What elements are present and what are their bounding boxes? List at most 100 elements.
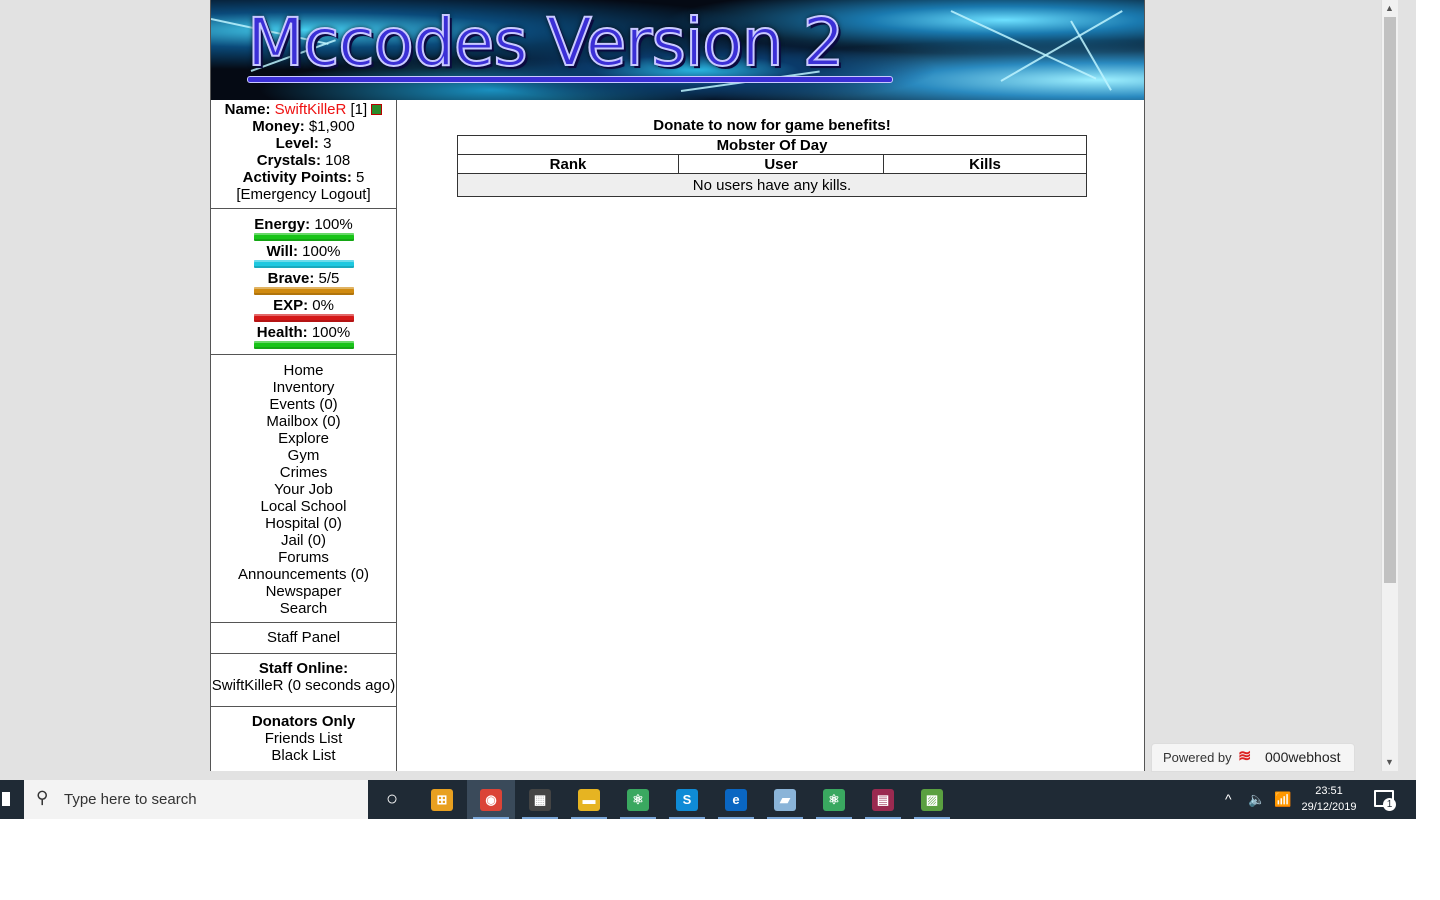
donators-section: Donators Only Friends List Black List [211, 707, 396, 764]
nav-your-job[interactable]: Your Job [211, 481, 396, 498]
health-bar [253, 341, 354, 349]
will-label: Will: 100% [266, 243, 341, 260]
task-manager-icon: ▨ [921, 788, 943, 811]
donate-headline[interactable]: Donate to now for game benefits! [457, 117, 1087, 134]
notepad-taskbar-button[interactable]: ▰ [761, 780, 809, 819]
donators-title: Donators Only [251, 713, 356, 730]
atom-taskbar-button[interactable]: ⚛ [810, 780, 858, 819]
scroll-up-arrow-icon[interactable]: ▲ [1385, 3, 1394, 13]
nav-explore[interactable]: Explore [211, 430, 396, 447]
nav-crimes[interactable]: Crimes [211, 464, 396, 481]
show-hidden-icons-icon[interactable]: ^ [1225, 780, 1232, 819]
calculator-icon: ▦ [529, 788, 551, 811]
staff-online-title: Staff Online: [258, 660, 349, 677]
stat-crystals: Crystals: 108 [256, 152, 351, 169]
brave-label: Brave: 5/5 [267, 270, 340, 287]
task-view-taskbar-button[interactable]: ○ [368, 780, 416, 819]
nav-mailbox[interactable]: Mailbox (0) [211, 413, 396, 430]
winrar-icon: ▤ [872, 788, 894, 811]
nav-newspaper[interactable]: Newspaper [211, 583, 396, 600]
page-scrollbar[interactable]: ▲ ▼ [1381, 0, 1398, 771]
powered-by-brand: 000webhost [1265, 749, 1341, 765]
clock-date: 29/12/2019 [1301, 801, 1357, 813]
will-bar [253, 260, 354, 268]
nav-home[interactable]: Home [211, 362, 396, 379]
column-user: User [678, 154, 884, 174]
file-explorer-taskbar-button[interactable]: ▬ [565, 780, 613, 819]
webhost-logo-icon: ≋ [1238, 748, 1252, 765]
health-label: Health: 100% [256, 324, 351, 341]
staff-online-entry[interactable]: SwiftKilleR (0 seconds ago) [211, 677, 396, 694]
energy-label: Energy: 100% [254, 216, 353, 233]
chrome-taskbar-button[interactable]: ◉ [467, 780, 515, 819]
start-button[interactable] [0, 780, 24, 819]
column-kills: Kills [883, 154, 1087, 174]
edge-taskbar-button[interactable]: e [712, 780, 760, 819]
header-banner: Mccodes Version 2 [211, 0, 1144, 100]
user-stats: Name: SwiftKilleR [1] Money: $1,900 Leve… [211, 100, 396, 209]
emergency-logout-link[interactable]: [Emergency Logout] [211, 186, 396, 203]
stat-activity-points: Activity Points: 5 [242, 169, 365, 186]
energy-bar [253, 233, 354, 241]
main-navigation: Home Inventory Events (0) Mailbox (0) Ex… [211, 355, 396, 623]
taskbar-search-box[interactable]: ⚲ Type here to search [24, 780, 368, 819]
black-list-link[interactable]: Black List [211, 747, 396, 764]
sidebar: Name: SwiftKilleR [1] Money: $1,900 Leve… [211, 100, 397, 771]
stat-level: Level: 3 [275, 135, 332, 152]
atom-taskbar-button[interactable]: ⚛ [614, 780, 662, 819]
username-link[interactable]: SwiftKilleR [275, 101, 347, 118]
task-view-icon: ○ [385, 788, 399, 810]
skype-taskbar-button[interactable]: S [663, 780, 711, 819]
empty-row: No users have any kills. [457, 173, 1087, 197]
atom-icon: ⚛ [627, 788, 649, 811]
nav-hospital[interactable]: Hospital (0) [211, 515, 396, 532]
nav-announcements[interactable]: Announcements (0) [211, 566, 396, 583]
windows-logo-icon [2, 792, 10, 806]
store-taskbar-button[interactable]: ⊞ [418, 780, 466, 819]
action-center-button[interactable]: 1 [1372, 788, 1396, 811]
edge-icon: e [725, 788, 747, 811]
stat-money: Money: $1,900 [252, 118, 355, 135]
chrome-icon: ◉ [480, 788, 502, 811]
notepad-icon: ▰ [774, 788, 796, 811]
search-placeholder: Type here to search [64, 791, 197, 808]
task-manager-taskbar-button[interactable]: ▨ [908, 780, 956, 819]
notification-count: 1 [1383, 798, 1396, 811]
brave-bar [253, 287, 354, 295]
column-rank: Rank [457, 154, 679, 174]
staff-panel-link[interactable]: Staff Panel [211, 623, 396, 654]
taskbar-clock[interactable]: 23:51 29/12/2019 [1296, 783, 1362, 815]
nav-local-school[interactable]: Local School [211, 498, 396, 515]
volume-icon[interactable]: 🔈 [1248, 780, 1265, 819]
status-flag-icon [371, 103, 383, 115]
stat-name: Name: SwiftKilleR [1] [211, 101, 396, 118]
exp-bar [253, 314, 354, 322]
nav-gym[interactable]: Gym [211, 447, 396, 464]
windows-taskbar: ⚲ Type here to search ○ ⊞ ◉ ▦ ▬ ⚛ Se ▰ ⚛ ▤ ▨ ^ 🔈 📶… [0, 780, 1416, 819]
desktop-background: Mccodes Version 2 Name: SwiftKilleR [1] … [0, 0, 1416, 780]
file-explorer-icon: ▬ [578, 788, 600, 811]
nav-forums[interactable]: Forums [211, 549, 396, 566]
main-content: Donate to now for game benefits! Mobster… [457, 117, 1087, 197]
lightning-decoration [1070, 20, 1112, 91]
browser-page: Mccodes Version 2 Name: SwiftKilleR [1] … [210, 0, 1145, 771]
nav-search[interactable]: Search [211, 600, 396, 617]
scrollbar-thumb[interactable] [1384, 17, 1396, 583]
network-icon[interactable]: 📶 [1274, 780, 1291, 819]
mobster-of-day-table: Mobster Of Day Rank User Kills No users … [457, 135, 1087, 197]
status-bars: Energy: 100% Will: 100% Brave: 5/5 EXP: … [211, 209, 396, 355]
user-id: [1] [350, 101, 368, 118]
site-title-underline [247, 76, 893, 83]
winrar-taskbar-button[interactable]: ▤ [859, 780, 907, 819]
powered-by-badge[interactable]: Powered by ≋ 000webhost [1151, 743, 1355, 772]
calculator-taskbar-button[interactable]: ▦ [516, 780, 564, 819]
nav-inventory[interactable]: Inventory [211, 379, 396, 396]
nav-jail[interactable]: Jail (0) [211, 532, 396, 549]
site-title: Mccodes Version 2 [246, 3, 845, 82]
powered-by-label: Powered by [1163, 750, 1232, 765]
lightning-decoration [1000, 10, 1123, 82]
friends-list-link[interactable]: Friends List [211, 730, 396, 747]
scroll-down-arrow-icon[interactable]: ▼ [1385, 757, 1394, 767]
atom-icon: ⚛ [823, 788, 845, 811]
nav-events[interactable]: Events (0) [211, 396, 396, 413]
